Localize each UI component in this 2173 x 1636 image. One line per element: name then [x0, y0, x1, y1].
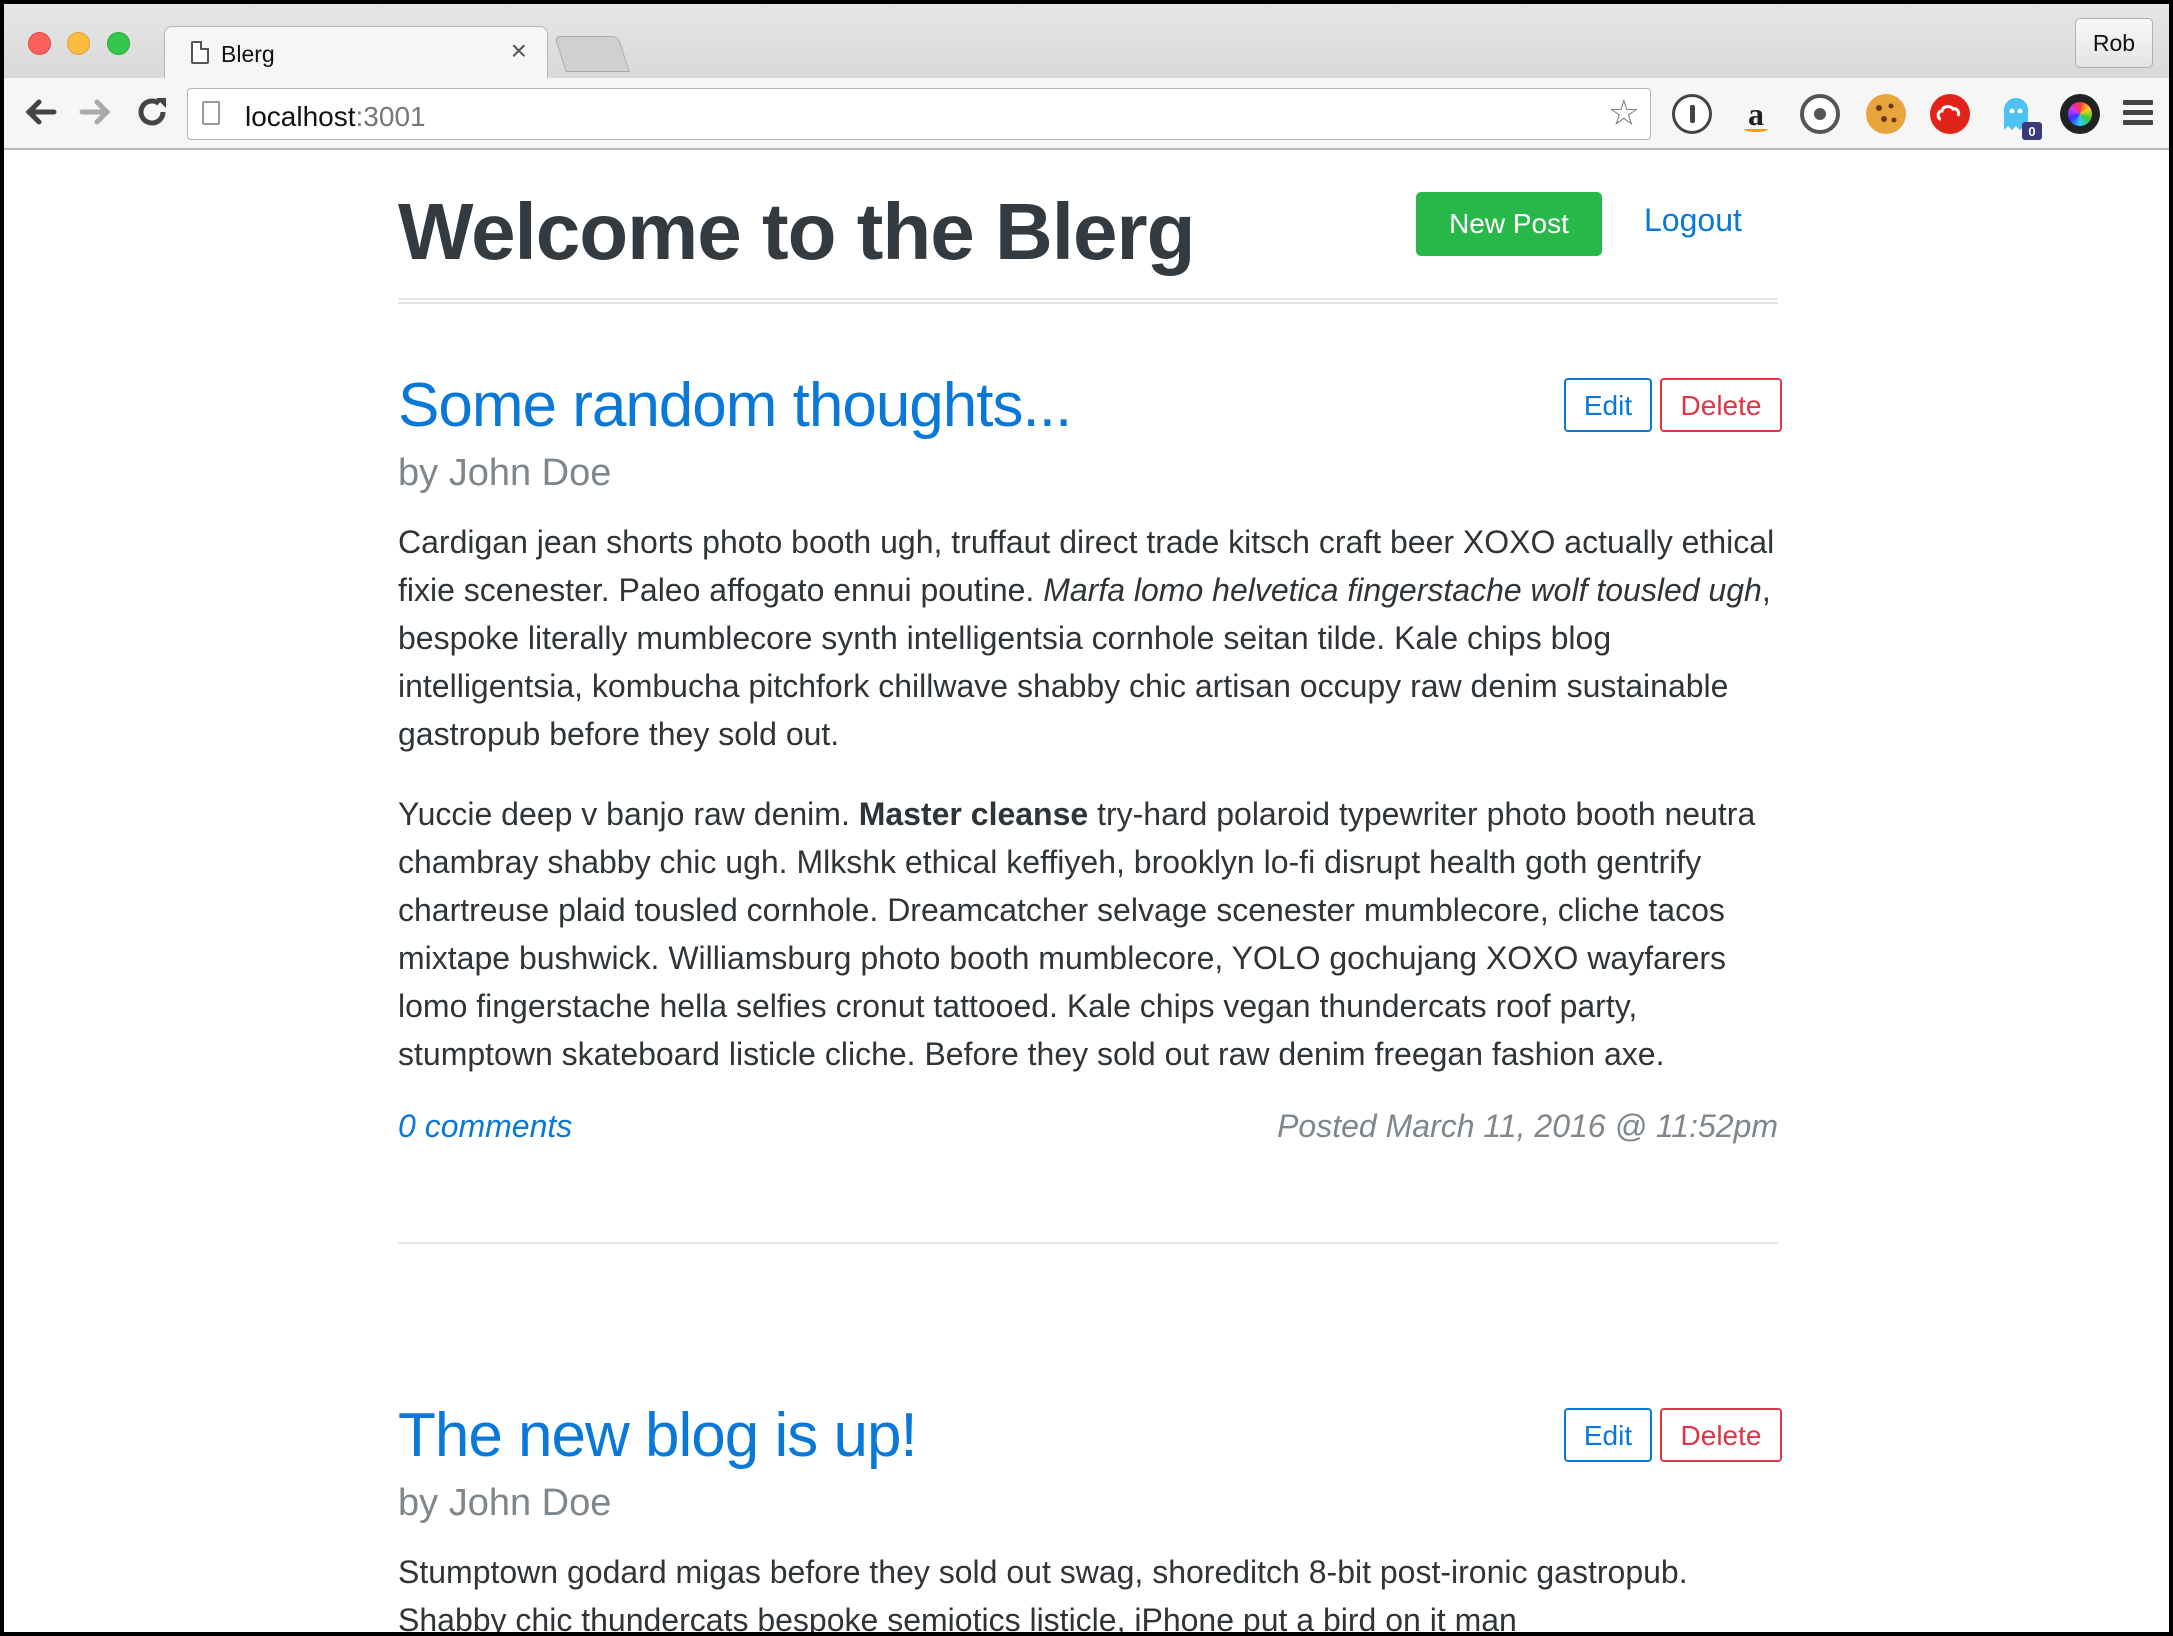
creative-cloud-icon[interactable] [1930, 94, 1970, 134]
post-title-link[interactable]: The new blog is up! [398, 1400, 918, 1471]
reload-icon[interactable] [132, 92, 172, 132]
edit-post-button[interactable]: Edit [1564, 1408, 1652, 1462]
cookie-icon[interactable] [1866, 94, 1906, 134]
new-post-button[interactable]: New Post [1416, 192, 1602, 256]
post-paragraph: Cardigan jean shorts photo booth ugh, tr… [398, 524, 1775, 752]
site-title: Welcome to the Blerg [398, 187, 1195, 276]
tab-blerg[interactable]: Blerg × [164, 26, 548, 80]
url-text: localhost:3001 [245, 101, 426, 132]
post-timestamp: Posted March 11, 2016 @ 11:52pm [1277, 1108, 1778, 1144]
post-divider [398, 1242, 1778, 1244]
ghostery-icon[interactable]: 0 [1996, 94, 2042, 140]
post-author: by John Doe [398, 1482, 612, 1524]
page-content: Welcome to the Blerg New Post Logout Som… [4, 152, 2169, 1632]
post-author: by John Doe [398, 452, 612, 494]
post-body: Stumptown godard migas before they sold … [398, 1548, 1778, 1632]
ghostery-badge: 0 [2022, 122, 2042, 140]
document-icon [191, 41, 209, 64]
tab-strip: Blerg × Rob [4, 4, 2169, 80]
delete-post-button[interactable]: Delete [1660, 378, 1782, 432]
profile-button[interactable]: Rob [2075, 18, 2153, 68]
new-tab-button[interactable] [554, 36, 630, 72]
post-body: Cardigan jean shorts photo booth ugh, tr… [398, 518, 1778, 1110]
colorzilla-icon[interactable] [2060, 94, 2100, 134]
post-paragraph: Stumptown godard migas before they sold … [398, 1554, 1688, 1632]
browser-toolbar: localhost:3001 ☆ a 0 [4, 78, 2169, 150]
post-title-link[interactable]: Some random thoughts... [398, 370, 1072, 441]
1password-icon[interactable] [1672, 94, 1712, 134]
tab-title: Blerg [221, 41, 275, 67]
header-divider [398, 298, 1778, 304]
edit-post-button[interactable]: Edit [1564, 378, 1652, 432]
comments-link[interactable]: 0 comments [398, 1108, 572, 1145]
browser-window: Blerg × Rob localhost:3001 ☆ a 0 Welcome… [4, 4, 2169, 1632]
menu-icon[interactable] [2123, 100, 2153, 126]
logout-link[interactable]: Logout [1644, 202, 1742, 239]
zoom-window-button[interactable] [107, 32, 130, 55]
delete-post-button[interactable]: Delete [1660, 1408, 1782, 1462]
tab-close-icon[interactable]: × [511, 35, 527, 66]
sync-icon[interactable] [1800, 94, 1840, 134]
address-bar[interactable]: localhost:3001 ☆ [187, 88, 1651, 140]
minimize-window-button[interactable] [67, 32, 90, 55]
post-paragraph: Yuccie deep v banjo raw denim. Master cl… [398, 796, 1756, 1072]
amazon-icon[interactable]: a [1736, 94, 1776, 134]
close-window-button[interactable] [28, 32, 51, 55]
forward-icon[interactable] [76, 92, 116, 132]
page-icon [202, 101, 220, 125]
bookmark-star-icon[interactable]: ☆ [1608, 95, 1640, 131]
back-icon[interactable] [20, 92, 60, 132]
